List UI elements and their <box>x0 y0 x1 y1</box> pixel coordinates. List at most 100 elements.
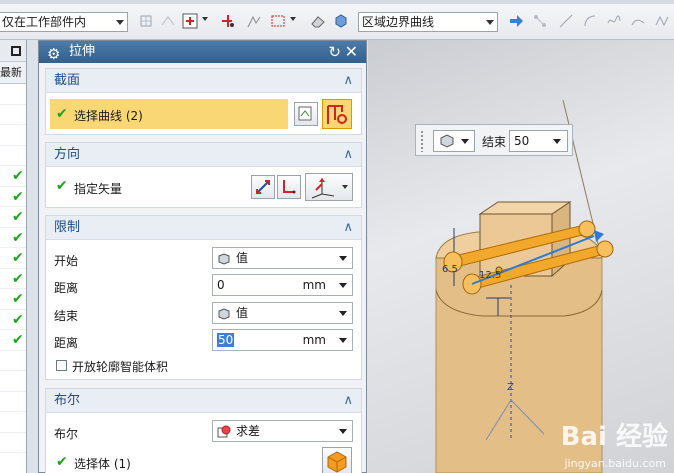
rectangle-select-icon[interactable] <box>270 13 286 29</box>
add-point-icon[interactable] <box>182 13 198 29</box>
list-item[interactable]: ✔ <box>0 248 26 269</box>
handle-end-input[interactable]: 50 <box>509 130 568 152</box>
reverse-direction-icon <box>256 180 270 194</box>
list-item[interactable] <box>0 392 26 412</box>
point-snap-icon[interactable] <box>160 13 176 29</box>
snap-icon[interactable] <box>138 13 154 29</box>
vector-type-select[interactable] <box>305 173 353 201</box>
limits-group: 限制 ∧ 开始 值 距离 0 mm 结束 值 距离 50 mm 开放轮廓智能体积 <box>45 215 362 380</box>
list-item[interactable]: ✔ <box>0 207 26 228</box>
chevron-down-icon[interactable] <box>202 17 208 21</box>
start-distance-label: 距离 <box>54 281 79 295</box>
check-icon: ✔ <box>56 454 68 470</box>
check-icon: ✔ <box>12 229 24 246</box>
check-icon: ✔ <box>12 250 24 266</box>
sketch-icon[interactable] <box>246 13 262 29</box>
list-item[interactable] <box>0 146 26 166</box>
eraser-icon[interactable] <box>310 13 326 29</box>
start-label: 开始 <box>54 254 79 268</box>
reset-icon[interactable]: ↻ <box>328 41 341 63</box>
watermark-logo: Bai 经验 <box>560 422 668 452</box>
sketch-section-button[interactable] <box>294 102 318 126</box>
list-item[interactable]: ✔ <box>0 310 26 330</box>
section-group: 截面 ∧ ✔ 选择曲线 (2) <box>45 68 362 135</box>
sketch-section-icon <box>298 106 312 121</box>
check-icon: ✔ <box>12 209 24 225</box>
close-icon[interactable]: ✕ <box>345 41 358 63</box>
dialog-title-bar[interactable]: ⚙ 拉伸 ↻ ✕ <box>39 41 366 63</box>
list-item[interactable] <box>0 105 26 125</box>
boolean-group-title: 布尔 <box>54 393 81 408</box>
list-item[interactable] <box>0 84 26 105</box>
arc-icon[interactable] <box>582 13 598 29</box>
collapse-icon[interactable]: ∧ <box>343 69 353 93</box>
start-distance-input[interactable]: 0 mm <box>212 274 353 296</box>
navigator-column-header[interactable]: 最新 <box>0 62 26 84</box>
toolbar-strip <box>0 0 674 4</box>
more-tools-icon[interactable] <box>654 13 670 29</box>
curve-tool-icon[interactable] <box>630 13 646 29</box>
open-profile-checkbox[interactable] <box>56 360 67 371</box>
open-profile-label: 开放轮廓智能体积 <box>72 360 169 374</box>
vector-dialog-button[interactable] <box>277 175 301 199</box>
connect-curves-icon[interactable] <box>532 13 548 29</box>
start-distance-value: 0 <box>217 278 225 292</box>
graphics-viewport[interactable]: 12.5 6.5 Z Bai 经验 jingyan.baidu.com <box>368 40 674 473</box>
collapse-icon[interactable]: ∧ <box>343 389 353 413</box>
boolean-type-select[interactable]: 求差 <box>212 420 353 442</box>
list-item[interactable]: ✔ <box>0 187 26 207</box>
body-select-icon[interactable] <box>333 13 349 29</box>
select-curve-row[interactable]: ✔ 选择曲线 (2) <box>50 99 288 129</box>
solid-body-icon <box>327 451 347 473</box>
specify-vector-label: 指定矢量 <box>74 182 123 196</box>
list-item[interactable] <box>0 412 26 433</box>
maximize-icon[interactable] <box>11 46 21 56</box>
handle-end-label: 结束 <box>482 135 507 149</box>
direction-arrow-head <box>594 230 604 242</box>
direction-group-title: 方向 <box>54 147 81 162</box>
direction-group-header[interactable]: 方向 ∧ <box>46 143 361 167</box>
curve-rule-select[interactable]: 区域边界曲线 <box>358 12 498 32</box>
limits-group-header[interactable]: 限制 ∧ <box>46 216 361 240</box>
list-item[interactable]: ✔ <box>0 166 26 187</box>
boolean-label: 布尔 <box>54 427 79 441</box>
list-item[interactable] <box>0 125 26 146</box>
reverse-direction-button[interactable] <box>251 175 275 199</box>
handle-type-select[interactable] <box>433 130 475 152</box>
navigator-header <box>0 40 26 62</box>
arrow-right-icon[interactable] <box>508 13 524 29</box>
end-distance-input[interactable]: 50 mm <box>212 329 353 351</box>
list-item[interactable] <box>0 433 26 453</box>
select-body-button[interactable] <box>322 447 352 473</box>
gear-icon[interactable]: ⚙ <box>47 43 60 65</box>
collapse-icon[interactable]: ∧ <box>343 143 353 167</box>
spline-icon[interactable] <box>606 13 622 29</box>
list-item[interactable]: ✔ <box>0 289 26 310</box>
chevron-down-icon[interactable] <box>290 17 296 21</box>
list-item[interactable]: ✔ <box>0 269 26 289</box>
list-item[interactable] <box>0 371 26 392</box>
select-curve-label: 选择曲线 (2) <box>74 109 143 123</box>
check-icon: ✔ <box>12 332 24 348</box>
assembly-filter-value: 仅在工作部件内 <box>2 15 87 29</box>
assembly-filter-select[interactable]: 仅在工作部件内 <box>0 12 128 32</box>
section-group-header[interactable]: 截面 ∧ <box>46 69 361 93</box>
start-type-select[interactable]: 值 <box>212 247 353 269</box>
list-item[interactable] <box>0 351 26 371</box>
dialog-title: 拉伸 <box>69 44 96 59</box>
chevron-down-icon <box>339 256 347 261</box>
list-item[interactable]: ✔ <box>0 330 26 351</box>
curve-point-icon[interactable] <box>220 13 236 29</box>
check-icon: ✔ <box>12 168 24 184</box>
boolean-group-header[interactable]: 布尔 ∧ <box>46 389 361 413</box>
collapse-icon[interactable]: ∧ <box>343 216 353 240</box>
end-type-select[interactable]: 值 <box>212 302 353 324</box>
curve-select-button[interactable] <box>322 99 352 129</box>
vector-axes-icon <box>311 178 335 199</box>
line-icon[interactable] <box>558 13 574 29</box>
subtract-icon <box>217 425 231 437</box>
drag-grip-icon[interactable] <box>420 130 424 152</box>
list-item[interactable]: ✔ <box>0 228 26 248</box>
select-body-label: 选择体 (1) <box>74 457 131 471</box>
end-distance-handle: 结束 50 <box>415 124 573 156</box>
